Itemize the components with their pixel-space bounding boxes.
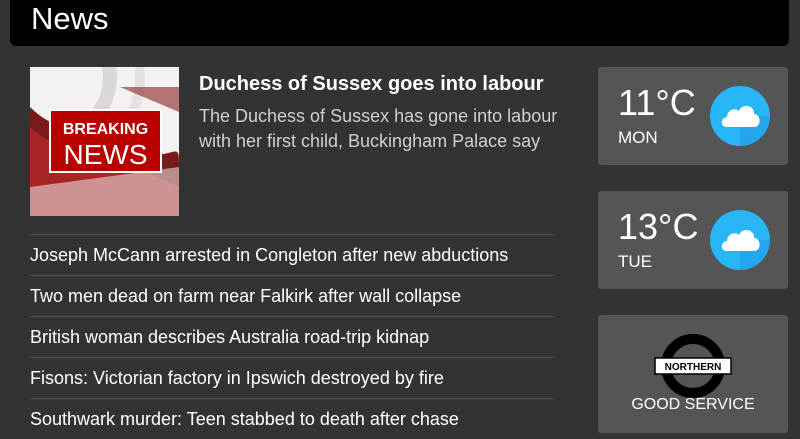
news-item[interactable]: Joseph McCann arrested in Congleton afte… xyxy=(30,234,554,275)
roundel-icon: NORTHERN xyxy=(654,334,732,398)
news-label: NEWS xyxy=(64,139,148,170)
weather-temp: 13°C xyxy=(618,206,699,247)
tfl-line-name: NORTHERN xyxy=(665,362,722,373)
tfl-service-status: GOOD SERVICE xyxy=(631,396,755,413)
weather-temp: 11°C xyxy=(618,82,696,123)
weather-tile-tue[interactable]: 13°C TUE xyxy=(598,191,788,289)
featured-headline[interactable]: Duchess of Sussex goes into labour xyxy=(199,70,579,98)
news-item[interactable]: Two men dead on farm near Falkirk after … xyxy=(30,275,554,316)
news-item[interactable]: Fisons: Victorian factory in Ipswich des… xyxy=(30,357,554,398)
breaking-label: BREAKING xyxy=(63,121,148,138)
news-item[interactable]: Southwark murder: Teen stabbed to death … xyxy=(30,398,554,439)
weather-day: TUE xyxy=(618,252,652,271)
featured-summary: The Duchess of Sussex has gone into labo… xyxy=(199,106,558,151)
weather-tile-mon[interactable]: 11°C MON xyxy=(598,67,788,165)
breaking-news-image[interactable]: BREAKING NEWS xyxy=(30,67,179,216)
weather-day: MON xyxy=(618,128,658,147)
cloud-icon xyxy=(710,86,770,146)
header-bar: News xyxy=(10,0,789,46)
tfl-status-tile[interactable]: NORTHERN GOOD SERVICE xyxy=(598,315,788,433)
news-list: Joseph McCann arrested in Congleton afte… xyxy=(30,234,554,439)
page-title: News xyxy=(31,1,109,36)
cloud-icon xyxy=(710,210,770,270)
news-item[interactable]: British woman describes Australia road-t… xyxy=(30,316,554,357)
